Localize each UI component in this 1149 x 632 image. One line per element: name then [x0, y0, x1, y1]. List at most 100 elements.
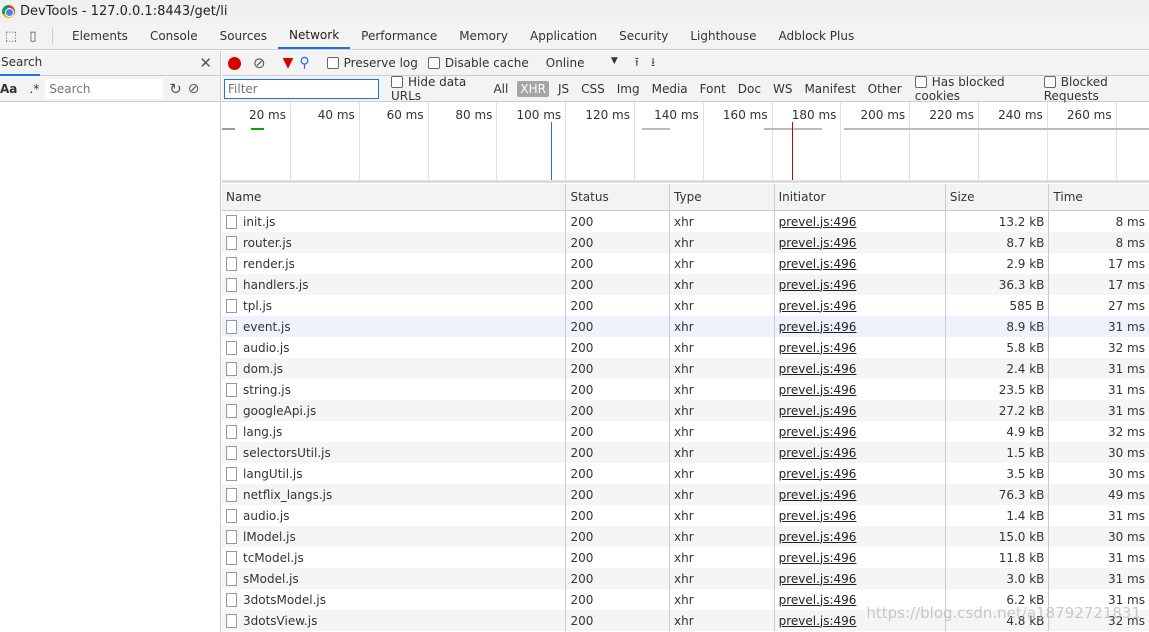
initiator-cell[interactable]: prevel.js:496: [775, 316, 946, 337]
initiator-link[interactable]: prevel.js:496: [779, 215, 857, 229]
preserve-log-checkbox[interactable]: Preserve log: [326, 56, 418, 70]
initiator-link[interactable]: prevel.js:496: [779, 614, 857, 628]
table-row[interactable]: langUtil.js 200 xhr prevel.js:496 3.5 kB 30 m…: [222, 463, 1149, 484]
initiator-link[interactable]: prevel.js:496: [779, 383, 857, 397]
initiator-link[interactable]: prevel.js:496: [779, 446, 857, 460]
initiator-cell[interactable]: prevel.js:496: [775, 547, 946, 568]
tab-memory[interactable]: Memory: [448, 23, 519, 49]
close-icon[interactable]: ✕: [199, 54, 212, 72]
initiator-link[interactable]: prevel.js:496: [779, 362, 857, 376]
initiator-link[interactable]: prevel.js:496: [779, 257, 857, 271]
table-row[interactable]: event.js 200 xhr prevel.js:496 8.9 kB 31 ms: [222, 316, 1149, 337]
clear-icon[interactable]: ⊘: [188, 81, 200, 97]
disable-cache-checkbox[interactable]: Disable cache: [427, 56, 529, 70]
table-row[interactable]: tpl.js 200 xhr prevel.js:496 585 B 27 ms: [222, 295, 1149, 316]
has-blocked-cookies-checkbox[interactable]: Has blocked cookies: [914, 75, 1034, 103]
table-row[interactable]: init.js 200 xhr prevel.js:496 13.2 kB 8 ms: [222, 211, 1149, 232]
filter-input[interactable]: [224, 78, 379, 99]
device-toolbar-icon[interactable]: ▯: [22, 23, 44, 49]
initiator-link[interactable]: prevel.js:496: [779, 551, 857, 565]
initiator-cell[interactable]: prevel.js:496: [775, 526, 946, 547]
tab-security[interactable]: Security: [608, 23, 679, 49]
filter-icon[interactable]: ▼: [283, 55, 294, 71]
initiator-cell[interactable]: prevel.js:496: [775, 463, 946, 484]
table-row[interactable]: dom.js 200 xhr prevel.js:496 2.4 kB 31 ms: [222, 358, 1149, 379]
filter-type-manifest[interactable]: Manifest: [801, 81, 858, 97]
tab-performance[interactable]: Performance: [350, 23, 448, 49]
clear-log-icon[interactable]: ⊘: [253, 54, 266, 72]
initiator-link[interactable]: prevel.js:496: [779, 404, 857, 418]
tab-sources[interactable]: Sources: [209, 23, 278, 49]
initiator-link[interactable]: prevel.js:496: [779, 299, 857, 313]
table-row[interactable]: render.js 200 xhr prevel.js:496 2.9 kB 17 ms: [222, 253, 1149, 274]
initiator-cell[interactable]: prevel.js:496: [775, 568, 946, 589]
filter-type-font[interactable]: Font: [697, 81, 729, 97]
initiator-link[interactable]: prevel.js:496: [779, 425, 857, 439]
filter-type-media[interactable]: Media: [649, 81, 691, 97]
table-row[interactable]: googleApi.js 200 xhr prevel.js:496 27.2 kB 31…: [222, 400, 1149, 421]
initiator-link[interactable]: prevel.js:496: [779, 530, 857, 544]
blocked-requests-checkbox[interactable]: Blocked Requests: [1043, 75, 1149, 103]
initiator-link[interactable]: prevel.js:496: [779, 488, 857, 502]
table-row[interactable]: lModel.js 200 xhr prevel.js:496 15.0 kB 30 ms: [222, 526, 1149, 547]
initiator-cell[interactable]: prevel.js:496: [775, 337, 946, 358]
export-har-icon[interactable]: ⭳: [651, 53, 655, 74]
tab-console[interactable]: Console: [139, 23, 209, 49]
tab-elements[interactable]: Elements: [61, 23, 139, 49]
initiator-link[interactable]: prevel.js:496: [779, 467, 857, 481]
import-har-icon[interactable]: ⭱: [635, 53, 639, 74]
table-row[interactable]: netflix_langs.js 200 xhr prevel.js:496 76.3 …: [222, 484, 1149, 505]
initiator-cell[interactable]: prevel.js:496: [775, 421, 946, 442]
hide-data-urls-checkbox[interactable]: Hide data URLs: [391, 75, 484, 103]
refresh-icon[interactable]: ↻: [169, 80, 182, 98]
filter-type-css[interactable]: CSS: [578, 81, 608, 97]
record-button[interactable]: [228, 56, 241, 70]
initiator-cell[interactable]: prevel.js:496: [775, 400, 946, 421]
initiator-link[interactable]: prevel.js:496: [779, 572, 857, 586]
initiator-cell[interactable]: prevel.js:496: [775, 358, 946, 379]
match-case-toggle[interactable]: Aa: [0, 82, 17, 96]
timeline-overview[interactable]: 20 ms 40 ms 60 ms 80 ms 100 ms 120 ms 140 ms 16…: [222, 102, 1149, 183]
table-row[interactable]: selectorsUtil.js 200 xhr prevel.js:496 1.5 k…: [222, 442, 1149, 463]
column-header-type[interactable]: Type: [670, 184, 775, 210]
filter-type-xhr[interactable]: XHR: [517, 80, 549, 97]
column-header-status[interactable]: Status: [566, 184, 671, 210]
initiator-link[interactable]: prevel.js:496: [779, 320, 857, 334]
tab-application[interactable]: Application: [519, 23, 608, 49]
column-header-time[interactable]: Time: [1049, 184, 1149, 210]
filter-type-all[interactable]: All: [490, 81, 511, 97]
initiator-cell[interactable]: prevel.js:496: [775, 253, 946, 274]
table-row[interactable]: lang.js 200 xhr prevel.js:496 4.9 kB 32 ms: [222, 421, 1149, 442]
column-header-name[interactable]: Name: [222, 184, 567, 210]
table-row[interactable]: handlers.js 200 xhr prevel.js:496 36.3 kB 17 …: [222, 274, 1149, 295]
initiator-link[interactable]: prevel.js:496: [779, 509, 857, 523]
initiator-cell[interactable]: prevel.js:496: [775, 484, 946, 505]
search-input[interactable]: [45, 78, 164, 99]
initiator-cell[interactable]: prevel.js:496: [775, 232, 946, 253]
column-header-size[interactable]: Size: [946, 184, 1050, 210]
initiator-cell[interactable]: prevel.js:496: [775, 442, 946, 463]
table-row[interactable]: router.js 200 xhr prevel.js:496 8.7 kB 8 ms: [222, 232, 1149, 253]
initiator-cell[interactable]: prevel.js:496: [775, 505, 946, 526]
filter-type-img[interactable]: Img: [614, 81, 643, 97]
regex-toggle[interactable]: .*: [29, 82, 39, 96]
initiator-cell[interactable]: prevel.js:496: [775, 379, 946, 400]
inspect-element-icon[interactable]: ⬚: [0, 23, 22, 49]
initiator-cell[interactable]: prevel.js:496: [775, 295, 946, 316]
tab-adblock-plus[interactable]: Adblock Plus: [768, 23, 866, 49]
filter-type-js[interactable]: JS: [555, 81, 572, 97]
initiator-link[interactable]: prevel.js:496: [779, 593, 857, 607]
table-row[interactable]: tcModel.js 200 xhr prevel.js:496 11.8 kB 31 m…: [222, 547, 1149, 568]
filter-type-doc[interactable]: Doc: [735, 81, 764, 97]
tab-network[interactable]: Network: [278, 23, 351, 49]
table-row[interactable]: audio.js 200 xhr prevel.js:496 5.8 kB 32 ms: [222, 337, 1149, 358]
initiator-link[interactable]: prevel.js:496: [779, 236, 857, 250]
tab-lighthouse[interactable]: Lighthouse: [679, 23, 767, 49]
table-row[interactable]: string.js 200 xhr prevel.js:496 23.5 kB 31 ms: [222, 379, 1149, 400]
table-row[interactable]: sModel.js 200 xhr prevel.js:496 3.0 kB 31 ms: [222, 568, 1149, 589]
throttling-select[interactable]: Online ▼: [546, 56, 618, 70]
initiator-cell[interactable]: prevel.js:496: [775, 274, 946, 295]
table-row[interactable]: audio.js 200 xhr prevel.js:496 1.4 kB 31 ms: [222, 505, 1149, 526]
filter-type-other[interactable]: Other: [865, 81, 905, 97]
initiator-link[interactable]: prevel.js:496: [779, 278, 857, 292]
